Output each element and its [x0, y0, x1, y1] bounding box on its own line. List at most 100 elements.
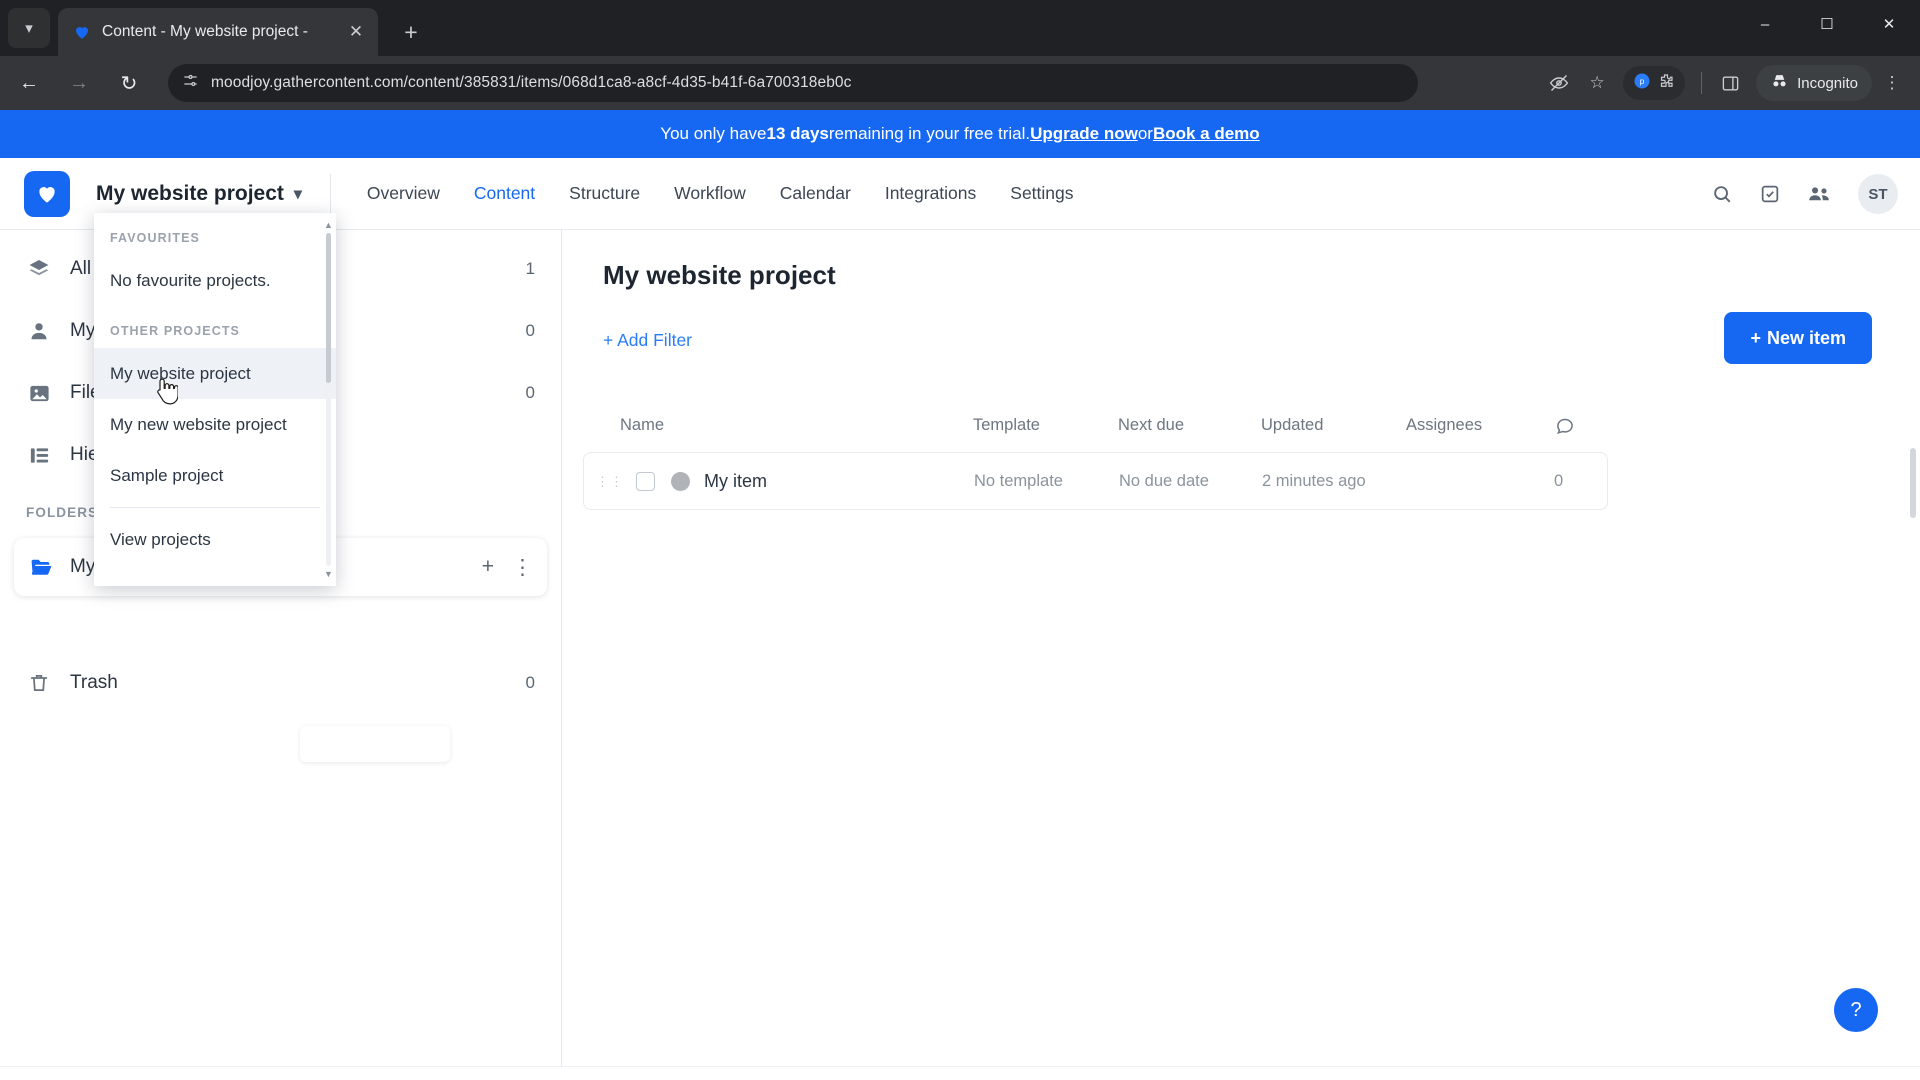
browser-tab-strip: ▾ Content - My website project - ✕ + – ☐… [0, 0, 1920, 56]
cell-updated: 2 minutes ago [1262, 471, 1366, 490]
project-switcher[interactable]: My website project ▾ [96, 182, 302, 206]
star-icon[interactable]: ☆ [1579, 65, 1615, 101]
caret-up-icon[interactable]: ▲ [323, 219, 334, 231]
column-header-template[interactable]: Template [973, 416, 1040, 435]
dropdown-item-sample-project[interactable]: Sample project [94, 450, 336, 501]
caret-down-icon[interactable]: ▼ [323, 568, 334, 580]
people-icon[interactable] [1807, 183, 1832, 205]
dropdown-item-view-projects[interactable]: View projects [94, 514, 336, 565]
tab-integrations[interactable]: Integrations [885, 183, 976, 204]
extensions-pill[interactable]: p [1623, 66, 1686, 100]
item-name[interactable]: My item [704, 471, 767, 492]
scrollbar-thumb[interactable] [326, 233, 331, 383]
column-header-name[interactable]: Name [620, 416, 664, 435]
avatar[interactable]: ST [1858, 174, 1898, 214]
sidebar-item-label: Trash [70, 672, 118, 693]
mouse-cursor [152, 376, 179, 406]
upgrade-now-link[interactable]: Upgrade now [1030, 124, 1138, 144]
dropdown-scrollbar[interactable]: ▲ ▼ [323, 219, 334, 580]
close-icon[interactable]: ✕ [1858, 0, 1920, 48]
window-controls: – ☐ ✕ [1734, 0, 1920, 48]
add-filter-button[interactable]: + Add Filter [603, 330, 692, 351]
tab-search-chevron-icon[interactable]: ▾ [8, 8, 50, 48]
new-item-button[interactable]: + New item [1724, 312, 1872, 364]
app-root: ▾ Content - My website project - ✕ + – ☐… [0, 0, 1920, 1080]
browser-tab[interactable]: Content - My website project - ✕ [58, 8, 378, 56]
column-header-next-due[interactable]: Next due [1118, 416, 1184, 435]
extension-puzzle-icon[interactable] [1657, 72, 1675, 95]
status-dot-icon[interactable] [671, 471, 690, 491]
page-settings-icon[interactable] [182, 72, 199, 94]
trial-banner: You only have 13 days remaining in your … [0, 110, 1920, 158]
sidebar-item-count: 0 [525, 673, 535, 692]
plus-icon: + [1750, 327, 1761, 348]
header-actions: ST [1711, 158, 1898, 230]
toolbar-right-icons: ☆ p Incognito ⋮ [1541, 56, 1920, 110]
trial-or: or [1137, 124, 1153, 143]
cell-comments: 0 [1554, 471, 1564, 490]
cell-template: No template [974, 471, 1063, 490]
incognito-label: Incognito [1797, 74, 1858, 92]
trial-prefix: You only have [660, 124, 767, 143]
sidebar-item-count: 1 [525, 259, 535, 278]
eye-slash-icon[interactable] [1541, 65, 1577, 101]
sidebar-icon[interactable] [1712, 65, 1748, 101]
dropdown-section-favourites: FAVOURITES [110, 231, 200, 245]
gathercontent-logo-icon[interactable] [24, 170, 70, 217]
tab-workflow[interactable]: Workflow [674, 183, 746, 204]
maximize-icon[interactable]: ☐ [1796, 0, 1858, 48]
toolbar-divider [1701, 72, 1703, 94]
table-header: Name Template Next due Updated Assignees [563, 416, 1920, 450]
project-switcher-label: My website project [96, 181, 284, 205]
row-checkbox[interactable] [636, 471, 655, 491]
tab-title: Content - My website project - [102, 23, 308, 40]
dropdown-no-favourites: No favourite projects. [110, 270, 271, 290]
dropdown-section-other-projects: OTHER PROJECTS [110, 324, 240, 338]
comment-icon[interactable] [1555, 416, 1575, 441]
sidebar-item-count: 0 [525, 383, 535, 402]
column-header-assignees[interactable]: Assignees [1406, 416, 1482, 435]
table-row[interactable]: ⋮⋮ My item No template No due date 2 min… [583, 452, 1608, 510]
chevron-down-icon: ▾ [293, 185, 302, 203]
svg-text:p: p [1640, 77, 1645, 86]
drag-handle-icon[interactable]: ⋮⋮ [596, 475, 624, 488]
main-vertical-scrollbar[interactable] [1909, 448, 1917, 818]
header-divider [329, 173, 331, 214]
search-icon[interactable] [1711, 183, 1733, 205]
hierarchy-icon [26, 442, 52, 468]
cell-next-due: No due date [1119, 471, 1209, 490]
reload-icon[interactable]: ↻ [108, 62, 150, 104]
help-button[interactable]: ? [1834, 988, 1878, 1032]
close-icon[interactable]: ✕ [344, 20, 368, 44]
extension-app-icon[interactable]: p [1633, 72, 1651, 95]
sidebar-item-trash[interactable]: Trash 0 [0, 652, 561, 714]
scrollbar-thumb[interactable] [1910, 448, 1916, 518]
tab-content[interactable]: Content [474, 183, 535, 204]
tab-calendar[interactable]: Calendar [780, 183, 851, 204]
address-bar[interactable]: moodjoy.gathercontent.com/content/385831… [168, 64, 1418, 102]
tab-overview[interactable]: Overview [367, 183, 440, 204]
forward-arrow-icon[interactable]: → [58, 62, 100, 104]
column-header-updated[interactable]: Updated [1261, 416, 1323, 435]
new-tab-button[interactable]: + [396, 17, 426, 47]
incognito-icon [1770, 72, 1789, 95]
page-title: My website project [603, 260, 836, 290]
minimize-icon[interactable]: – [1734, 0, 1796, 48]
book-a-demo-link[interactable]: Book a demo [1153, 124, 1260, 144]
gathercontent-heart-icon [72, 22, 92, 42]
dropdown-item-my-new-website-project[interactable]: My new website project [94, 399, 336, 450]
dropdown-item-my-website-project[interactable]: My website project [94, 348, 336, 399]
back-arrow-icon[interactable]: ← [8, 62, 50, 104]
tab-structure[interactable]: Structure [569, 183, 640, 204]
plus-icon[interactable]: + [482, 555, 494, 579]
folder-actions: + ⋮ [482, 555, 533, 580]
incognito-indicator[interactable]: Incognito [1756, 65, 1872, 101]
app-nav: Overview Content Structure Workflow Cale… [367, 183, 1074, 204]
folder-search-box[interactable] [300, 726, 450, 762]
tasks-icon[interactable] [1759, 183, 1781, 205]
main-content: My website project + Add Filter + New it… [563, 230, 1920, 1080]
kebab-menu-icon[interactable]: ⋮ [1874, 65, 1910, 101]
kebab-menu-icon[interactable]: ⋮ [512, 555, 533, 580]
tab-settings[interactable]: Settings [1010, 183, 1073, 204]
sidebar-item-count: 0 [525, 321, 535, 340]
